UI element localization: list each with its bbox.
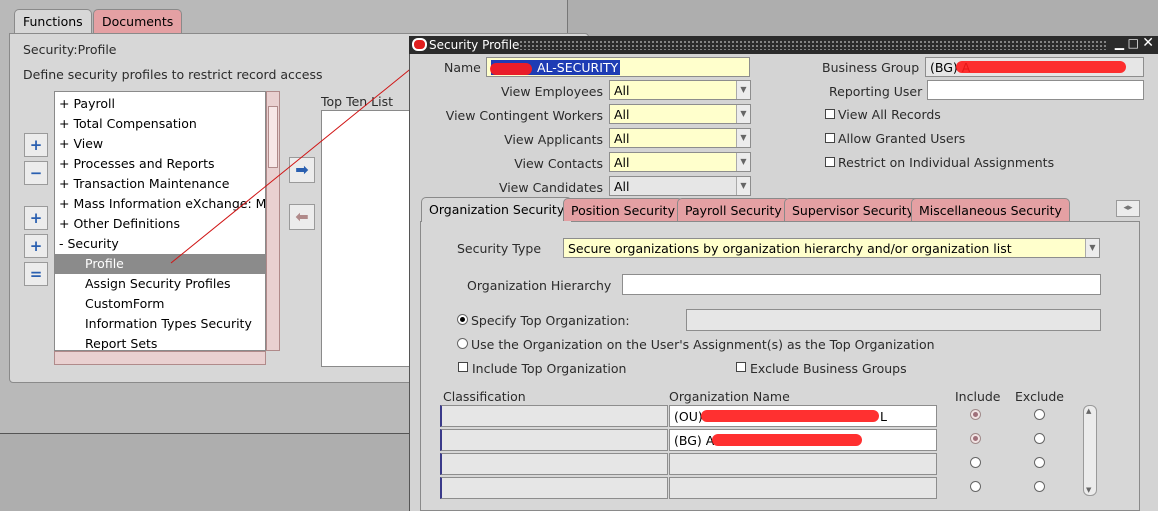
maximize-icon[interactable]: □ <box>1128 36 1139 50</box>
include-radio[interactable] <box>970 481 981 492</box>
scroll-down-icon[interactable]: ▼ <box>1086 486 1091 494</box>
column-header-exclude: Exclude <box>1015 389 1064 404</box>
tab-scroll-arrows-icon[interactable]: ◂▸ <box>1116 200 1140 217</box>
view-applicants-label: View Applicants <box>504 132 603 147</box>
reporting-user-field[interactable] <box>927 80 1144 100</box>
reporting-user-label: Reporting User <box>829 84 923 99</box>
organization-name-value: (OU) <box>674 409 703 424</box>
organization-name-cell[interactable] <box>669 477 937 499</box>
view-candidates-value: All <box>614 179 630 194</box>
include-radio[interactable] <box>970 457 981 468</box>
scroll-up-icon[interactable]: ▲ <box>1086 407 1091 415</box>
tab-organization-security[interactable]: Organization Security <box>421 197 573 222</box>
view-all-records-checkbox[interactable] <box>825 109 835 119</box>
include-top-organization-label: Include Top Organization <box>472 361 627 376</box>
top-organization-field[interactable] <box>686 309 1101 331</box>
view-contingent-workers-value: All <box>614 107 630 122</box>
organization-name-tail: L <box>880 409 887 424</box>
tab-position-security[interactable]: Position Security <box>563 198 683 221</box>
use-user-assignment-label: Use the Organization on the User's Assig… <box>471 337 935 352</box>
redaction-mark <box>712 434 862 446</box>
redaction-mark <box>701 410 879 422</box>
exclude-radio[interactable] <box>1034 409 1045 420</box>
dropdown-arrow-icon[interactable]: ▼ <box>736 177 750 195</box>
dropdown-arrow-icon[interactable]: ▼ <box>736 129 750 147</box>
specify-top-organization-label: Specify Top Organization: <box>471 313 630 328</box>
view-contingent-workers-select[interactable]: All ▼ <box>609 104 751 124</box>
redaction-mark <box>956 61 1126 73</box>
view-candidates-select[interactable]: All ▼ <box>609 176 751 196</box>
classification-cell[interactable] <box>440 477 668 499</box>
view-contacts-label: View Contacts <box>514 156 603 171</box>
classification-cell[interactable] <box>440 429 668 451</box>
business-group-label: Business Group <box>822 60 920 75</box>
view-contingent-workers-label: View Contingent Workers <box>445 108 603 123</box>
name-label: Name <box>444 60 481 75</box>
view-employees-select[interactable]: All ▼ <box>609 80 751 100</box>
exclude-radio[interactable] <box>1034 481 1045 492</box>
view-candidates-label: View Candidates <box>498 180 603 195</box>
organization-name-value: (BG) A <box>674 433 715 448</box>
exclude-radio[interactable] <box>1034 433 1045 444</box>
include-radio[interactable] <box>970 433 981 444</box>
tab-miscellaneous-security[interactable]: Miscellaneous Security <box>911 198 1070 221</box>
window-titlebar[interactable]: Security Profile ▁ □ ✕ <box>409 35 1158 54</box>
titlebar-grip <box>519 40 1106 50</box>
security-type-label: Security Type <box>457 241 542 256</box>
view-applicants-select[interactable]: All ▼ <box>609 128 751 148</box>
classification-cell[interactable] <box>440 405 668 427</box>
tab-supervisor-security[interactable]: Supervisor Security <box>784 198 923 221</box>
column-header-organization-name: Organization Name <box>669 389 790 404</box>
dropdown-arrow-icon[interactable]: ▼ <box>736 105 750 123</box>
classification-cell[interactable] <box>440 453 668 475</box>
table-vertical-scrollbar[interactable]: ▲ ▼ <box>1083 405 1097 496</box>
specify-top-organization-radio[interactable] <box>457 314 468 325</box>
use-user-assignment-radio[interactable] <box>457 338 468 349</box>
view-applicants-value: All <box>614 131 630 146</box>
restrict-individual-assignments-checkbox[interactable] <box>825 157 835 167</box>
exclude-business-groups-checkbox[interactable] <box>736 362 746 372</box>
column-header-classification: Classification <box>443 389 526 404</box>
allow-granted-users-checkbox[interactable] <box>825 133 835 143</box>
security-type-value: Secure organizations by organization hie… <box>568 241 1012 256</box>
organization-hierarchy-label: Organization Hierarchy <box>467 278 612 293</box>
include-radio[interactable] <box>970 409 981 420</box>
restrict-individual-assignments-label: Restrict on Individual Assignments <box>838 155 1055 170</box>
include-top-organization-checkbox[interactable] <box>458 362 468 372</box>
exclude-business-groups-label: Exclude Business Groups <box>750 361 907 376</box>
view-employees-value: All <box>614 83 630 98</box>
window-title: Security Profile <box>429 38 520 52</box>
column-header-include: Include <box>955 389 1001 404</box>
view-contacts-select[interactable]: All ▼ <box>609 152 751 172</box>
view-all-records-label: View All Records <box>838 107 941 122</box>
dropdown-arrow-icon[interactable]: ▼ <box>1085 239 1099 257</box>
minimize-icon[interactable]: ▁ <box>1115 36 1124 50</box>
view-employees-label: View Employees <box>500 84 603 99</box>
security-type-select[interactable]: Secure organizations by organization hie… <box>563 238 1100 258</box>
tab-payroll-security[interactable]: Payroll Security <box>677 198 790 221</box>
organization-hierarchy-field[interactable] <box>622 274 1101 295</box>
organization-name-cell[interactable] <box>669 453 937 475</box>
allow-granted-users-label: Allow Granted Users <box>838 131 966 146</box>
view-contacts-value: All <box>614 155 630 170</box>
redaction-mark <box>490 63 532 75</box>
dropdown-arrow-icon[interactable]: ▼ <box>736 153 750 171</box>
close-icon[interactable]: ✕ <box>1142 35 1154 51</box>
exclude-radio[interactable] <box>1034 457 1045 468</box>
oracle-logo-icon <box>412 38 427 51</box>
dropdown-arrow-icon[interactable]: ▼ <box>736 81 750 99</box>
